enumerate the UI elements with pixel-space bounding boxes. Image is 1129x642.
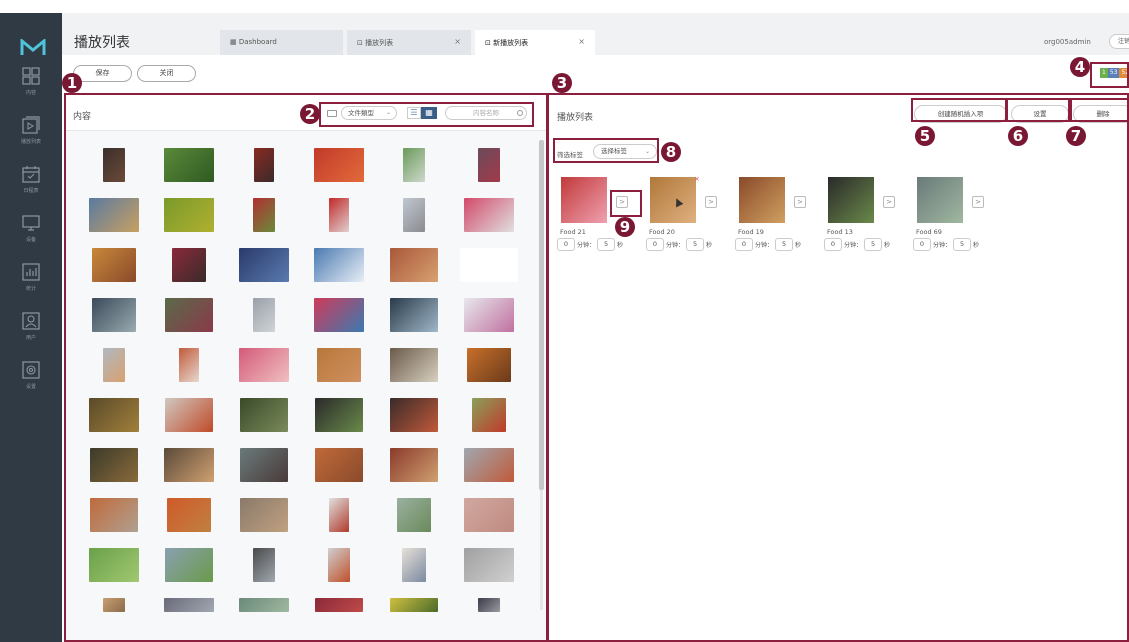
sidebar-item-settings[interactable]: 设置 xyxy=(0,361,62,403)
app-window: 内容 播放列表 日程表 设备 统计 用户 设置 播放列表 ▦ Dashboard… xyxy=(0,0,1129,642)
callout-frame-filters xyxy=(319,102,534,127)
monitor-icon xyxy=(22,214,40,232)
callout-badge-9: 9 xyxy=(615,217,635,237)
tab-label: Dashboard xyxy=(238,38,277,46)
callout-badge-7: 7 xyxy=(1066,126,1086,146)
playlist-icon: ⊡ xyxy=(485,39,494,47)
sidebar-item-playlist[interactable]: 播放列表 xyxy=(0,116,62,158)
callout-frame-status xyxy=(1090,62,1129,88)
page-title: 播放列表 xyxy=(74,35,130,51)
sidebar-item-schedule[interactable]: 日程表 xyxy=(0,165,62,207)
sidebar-item-label: 内容 xyxy=(25,90,36,96)
playlist-icon: ⊡ xyxy=(357,39,366,47)
callout-frame-random xyxy=(911,98,1007,122)
playlist-icon xyxy=(22,116,40,134)
sidebar-item-users[interactable]: 用户 xyxy=(0,312,62,354)
callout-frame-next xyxy=(610,190,642,217)
callout-frame-content xyxy=(64,93,548,642)
sidebar-item-label: 设置 xyxy=(25,384,36,390)
sidebar-item-label: 播放列表 xyxy=(20,139,41,145)
callout-frame-filter-tag xyxy=(553,138,659,163)
user-name: org005admin xyxy=(1044,38,1091,46)
gear-icon xyxy=(22,361,40,379)
callout-badge-4: 4 xyxy=(1070,57,1090,77)
sidebar-item-devices[interactable]: 设备 xyxy=(0,214,62,256)
logout-button[interactable]: 注销 xyxy=(1109,34,1129,49)
callout-badge-5: 5 xyxy=(915,126,935,146)
header: 播放列表 ▦ Dashboard ⊡ 播放列表 × ⊡ 新播放列表 × org0… xyxy=(62,13,1129,55)
close-icon[interactable]: × xyxy=(454,37,461,46)
dashboard-icon: ▦ xyxy=(230,38,239,46)
tab-label: 新播放列表 xyxy=(493,39,529,47)
save-button[interactable]: 保存 xyxy=(73,65,132,82)
close-icon[interactable]: × xyxy=(578,37,585,46)
callout-frame-delete xyxy=(1070,98,1129,122)
sidebar-item-stats[interactable]: 统计 xyxy=(0,263,62,305)
logo-icon xyxy=(20,39,46,55)
calendar-icon xyxy=(22,165,40,183)
grid-icon xyxy=(22,67,40,85)
callout-badge-6: 6 xyxy=(1008,126,1028,146)
sidebar: 内容 播放列表 日程表 设备 统计 用户 设置 xyxy=(0,13,62,642)
tab-label: 播放列表 xyxy=(365,39,394,47)
callout-frame-settings xyxy=(1006,98,1070,122)
action-row: 保存 关闭 1 53 52 xyxy=(62,55,1129,93)
sidebar-item-label: 日程表 xyxy=(23,188,39,194)
callout-badge-3: 3 xyxy=(552,73,572,93)
user-icon xyxy=(22,312,40,330)
top-strip xyxy=(0,0,1129,13)
close-button[interactable]: 关闭 xyxy=(137,65,196,82)
sidebar-item-label: 设备 xyxy=(25,237,36,243)
chart-icon xyxy=(22,263,40,281)
callout-badge-2: 2 xyxy=(300,104,320,124)
sidebar-item-label: 统计 xyxy=(25,286,36,292)
sidebar-item-content[interactable]: 内容 xyxy=(0,67,62,109)
callout-badge-1: 1 xyxy=(62,73,82,93)
tab-new-playlist[interactable]: ⊡ 新播放列表 × xyxy=(475,30,595,55)
sidebar-item-label: 用户 xyxy=(25,335,36,341)
callout-frame-playlist xyxy=(547,93,1129,642)
tab-playlist[interactable]: ⊡ 播放列表 × xyxy=(347,30,471,55)
tab-dashboard[interactable]: ▦ Dashboard xyxy=(220,30,343,55)
callout-badge-8: 8 xyxy=(661,142,681,162)
